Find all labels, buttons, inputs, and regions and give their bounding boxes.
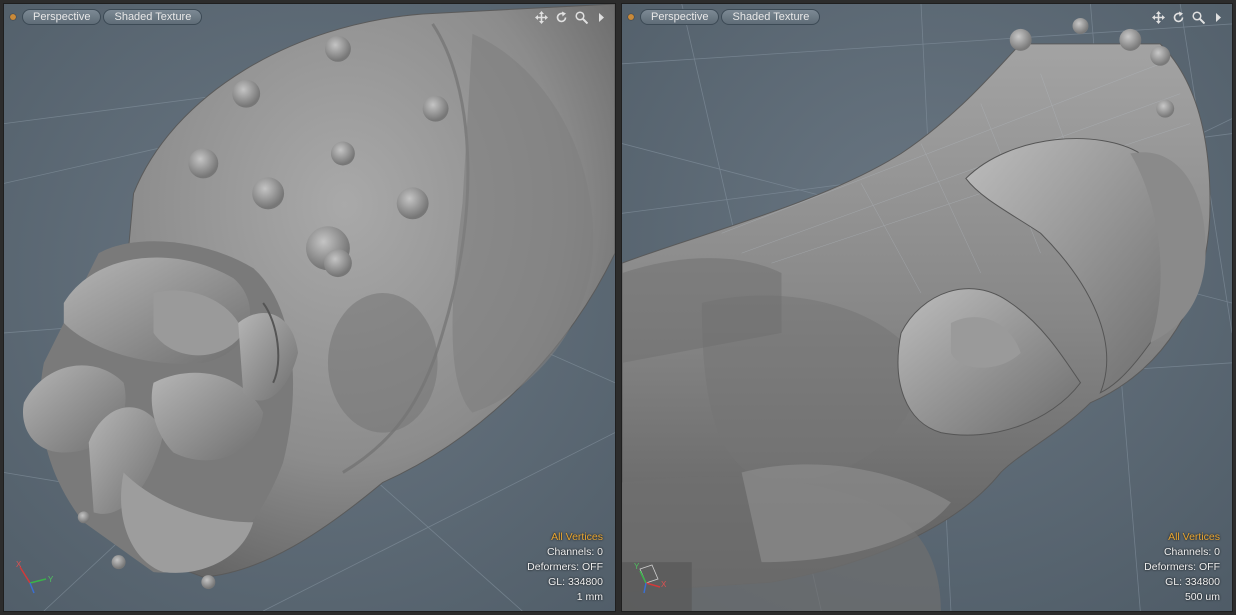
- zoom-icon[interactable]: [573, 9, 589, 25]
- viewport-scene[interactable]: [622, 4, 1232, 611]
- rotate-icon[interactable]: [553, 9, 569, 25]
- zoom-icon[interactable]: [1190, 9, 1206, 25]
- rotate-icon[interactable]: [1170, 9, 1186, 25]
- axis-gizmo: X Y: [16, 560, 54, 594]
- axis-x-label: X: [16, 560, 22, 569]
- menu-arrow-icon[interactable]: [593, 9, 609, 25]
- viewport-info: All Vertices Channels: 0 Deformers: OFF …: [1144, 530, 1220, 605]
- viewport-tools: [533, 9, 609, 25]
- move-icon[interactable]: [533, 9, 549, 25]
- axis-y-label: Y: [48, 575, 54, 584]
- gl-polygon-count: GL: 334800: [548, 576, 603, 588]
- app-window: Perspective Shaded Texture X Y All Verti…: [0, 0, 1236, 615]
- move-icon[interactable]: [1150, 9, 1166, 25]
- viewport-header: Perspective Shaded Texture: [10, 9, 609, 25]
- grid-scale: 1 mm: [576, 591, 603, 603]
- gl-polygon-count: GL: 334800: [1165, 576, 1220, 588]
- viewport-tools: [1150, 9, 1226, 25]
- viewport-info: All Vertices Channels: 0 Deformers: OFF …: [527, 530, 603, 605]
- selection-mode: All Vertices: [551, 531, 603, 543]
- grid-scale: 500 um: [1184, 591, 1220, 603]
- viewport-right[interactable]: Perspective Shaded Texture X Y All Verti…: [621, 3, 1233, 612]
- deformers-status: Deformers: OFF: [1144, 561, 1220, 573]
- menu-arrow-icon[interactable]: [1210, 9, 1226, 25]
- viewport-status-dot: [628, 14, 634, 20]
- view-type-button[interactable]: Perspective: [22, 9, 102, 25]
- viewport-header: Perspective Shaded Texture: [628, 9, 1226, 25]
- viewport-scene[interactable]: [4, 4, 615, 611]
- channels-count: Channels: 0: [546, 546, 603, 558]
- axis-y-label: Y: [634, 562, 640, 571]
- shading-mode-button[interactable]: Shaded Texture: [721, 9, 821, 25]
- axis-gizmo: X Y: [634, 562, 667, 594]
- selection-mode: All Vertices: [1168, 531, 1220, 543]
- viewport-status-dot: [10, 14, 16, 20]
- viewport-left[interactable]: Perspective Shaded Texture X Y All Verti…: [3, 3, 616, 612]
- view-type-button[interactable]: Perspective: [640, 9, 720, 25]
- deformers-status: Deformers: OFF: [527, 561, 603, 573]
- axis-x-label: X: [661, 580, 667, 589]
- shading-mode-button[interactable]: Shaded Texture: [103, 9, 203, 25]
- channels-count: Channels: 0: [1163, 546, 1220, 558]
